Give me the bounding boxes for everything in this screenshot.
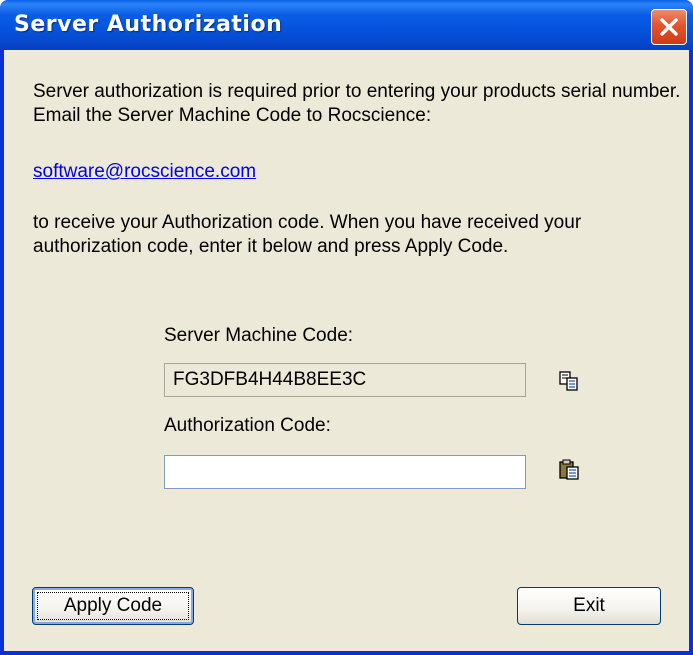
- title-bar[interactable]: Server Authorization: [0, 0, 693, 50]
- auth-code-input[interactable]: [164, 455, 526, 489]
- server-code-value: FG3DFB4H44B8EE3C: [173, 369, 367, 390]
- paste-icon[interactable]: [558, 458, 580, 480]
- apply-code-button[interactable]: Apply Code: [32, 587, 194, 625]
- dialog-body: Server authorization is required prior t…: [4, 50, 689, 651]
- auth-code-label: Authorization Code:: [164, 415, 331, 436]
- copy-icon[interactable]: [558, 370, 580, 392]
- server-code-field[interactable]: FG3DFB4H44B8EE3C: [164, 363, 526, 397]
- dialog-window: Server Authorization Server authorizatio…: [0, 0, 693, 655]
- intro-text: Server authorization is required prior t…: [33, 81, 681, 126]
- focus-rectangle: [37, 592, 189, 620]
- exit-button[interactable]: Exit: [517, 587, 661, 625]
- window-title: Server Authorization: [14, 12, 283, 37]
- instructions-text: to receive your Authorization code. When…: [33, 212, 582, 257]
- close-icon: [660, 18, 678, 36]
- close-button[interactable]: [651, 9, 687, 45]
- server-code-label: Server Machine Code:: [164, 325, 354, 346]
- email-link[interactable]: software@rocscience.com: [33, 160, 256, 184]
- exit-label: Exit: [573, 595, 605, 616]
